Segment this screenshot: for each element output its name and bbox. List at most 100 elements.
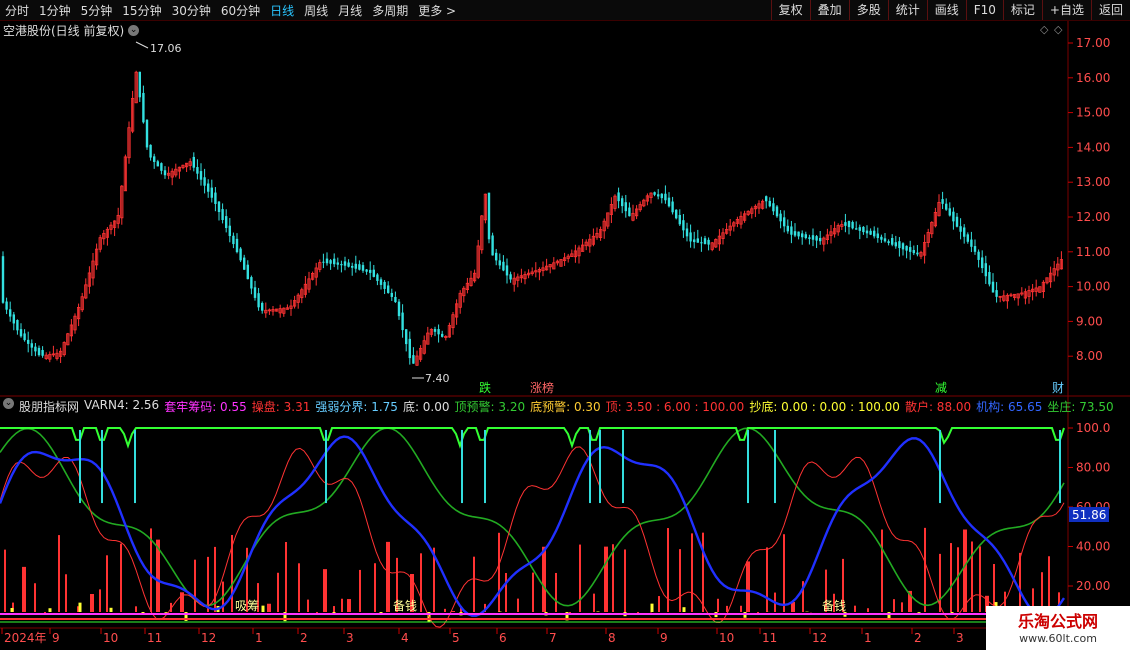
candle-body (959, 226, 962, 232)
candle-body (779, 213, 782, 222)
candle-body (667, 197, 671, 207)
indicator-value: VARN4: 2.56 (84, 398, 160, 412)
candle-body (675, 209, 678, 219)
x-axis-label: 4 (401, 631, 409, 645)
y-tick-label: 17.00 (1076, 36, 1110, 50)
candle-body (844, 222, 847, 226)
candle-body (210, 187, 213, 198)
indicator-value: 底预警: 0.30 (530, 400, 601, 414)
kline-chart[interactable]: 17.00 16.00 15.00 14.00 13.00 12.00 11.00 10.00… (0, 0, 1130, 650)
indicator-name: 股朋指标网 (19, 400, 80, 414)
candle-body (387, 285, 390, 293)
candle-body (34, 346, 37, 352)
candle-body (498, 260, 501, 266)
current-value: 51.86 (1072, 508, 1106, 522)
ind-y-tick-label: 40.00 (1076, 540, 1110, 554)
candle-body (343, 261, 347, 266)
candle-body (225, 216, 228, 229)
candle-body (30, 343, 33, 348)
indicator-value: 套牢筹码: 0.55 (164, 400, 247, 414)
indicator-value: 机构: 65.65 (976, 400, 1043, 414)
candle-body (433, 329, 437, 332)
event-marker: 涨榜 (530, 380, 554, 395)
candle-body (5, 301, 8, 310)
candle-body (955, 216, 959, 227)
indicator-value: 操盘: 3.31 (251, 400, 311, 414)
x-axis-label: 11 (762, 631, 777, 645)
y-tick-label: 16.00 (1076, 71, 1110, 85)
candle-body (358, 264, 361, 270)
candle-body (12, 314, 15, 324)
candle-body (441, 333, 444, 337)
event-marker: 跌 (479, 380, 491, 395)
y-tick-label: 14.00 (1076, 140, 1110, 154)
candle-body (261, 302, 264, 311)
candle-body (502, 261, 505, 271)
x-axis-label: 8 (608, 631, 616, 645)
x-axis-label: 3 (346, 631, 354, 645)
indicator-menu-icon[interactable]: ⌄ (3, 398, 14, 409)
indicator-value: 抄底: 0.00 : 0.00 : 100.00 (749, 400, 900, 414)
candle-body (239, 248, 242, 261)
candle-body (707, 239, 710, 245)
y-tick-label: 13.00 (1076, 175, 1110, 189)
candle-body (509, 274, 512, 280)
x-axis-label: 1 (255, 631, 263, 645)
y-tick-label: 8.00 (1076, 349, 1103, 363)
candle-body (819, 237, 822, 242)
candle-body (408, 338, 411, 359)
candle-body (156, 161, 159, 167)
x-axis-label: 2 (300, 631, 308, 645)
candle-body (401, 312, 404, 331)
candle-body (145, 119, 149, 148)
candle-body (671, 201, 674, 213)
candle-body (797, 231, 800, 237)
candle-body (945, 203, 948, 210)
y-tick-label: 15.00 (1076, 106, 1110, 120)
candle-body (163, 170, 167, 176)
candle-body (948, 208, 951, 216)
candle-body (495, 252, 498, 261)
ind-y-tick-label: 100.0 (1076, 421, 1110, 435)
candle-body (963, 227, 966, 237)
candle-body (995, 290, 998, 297)
y-tick-label: 9.00 (1076, 314, 1103, 328)
candle-body (689, 232, 692, 242)
candle-body (397, 301, 401, 317)
candle-body (383, 281, 386, 289)
candle-body (880, 236, 883, 240)
indicator-value: 顶: 3.50 : 6.00 : 100.00 (605, 400, 745, 414)
candle-body (988, 272, 991, 285)
candle-body (250, 277, 253, 289)
candle-body (207, 183, 210, 192)
candle-body (196, 167, 199, 174)
event-marker: 减 (935, 381, 947, 395)
candle-body (322, 261, 325, 263)
candle-body (693, 239, 696, 243)
candle-body (379, 279, 383, 285)
indicator-value: 散户: 88.00 (904, 400, 972, 414)
candle-body (891, 238, 894, 245)
candle-body (19, 329, 23, 337)
candle-body (912, 250, 915, 254)
indicator-value: 底: 0.00 (402, 400, 450, 414)
candle-body (865, 230, 869, 234)
candle-body (621, 198, 624, 207)
candle-body (160, 163, 163, 171)
candle-body (138, 71, 141, 98)
candle-body (981, 257, 984, 269)
candle-body (941, 199, 944, 204)
x-axis-label: 2 (914, 631, 922, 645)
candle-body (811, 235, 815, 240)
indicator-header: ⌄ 股朋指标网 VARN4: 2.56 套牢筹码: 0.55 操盘: 3.31 强弱分… (3, 398, 1114, 415)
candle-body (847, 220, 851, 228)
candle-body (901, 243, 905, 250)
candle-body (898, 241, 901, 249)
candle-body (657, 194, 660, 197)
low-label: 7.40 (425, 372, 450, 385)
candle-body (894, 242, 897, 247)
candle-body (793, 231, 797, 236)
candle-body (883, 238, 887, 242)
candle-body (700, 242, 703, 244)
candle-body (869, 230, 872, 235)
